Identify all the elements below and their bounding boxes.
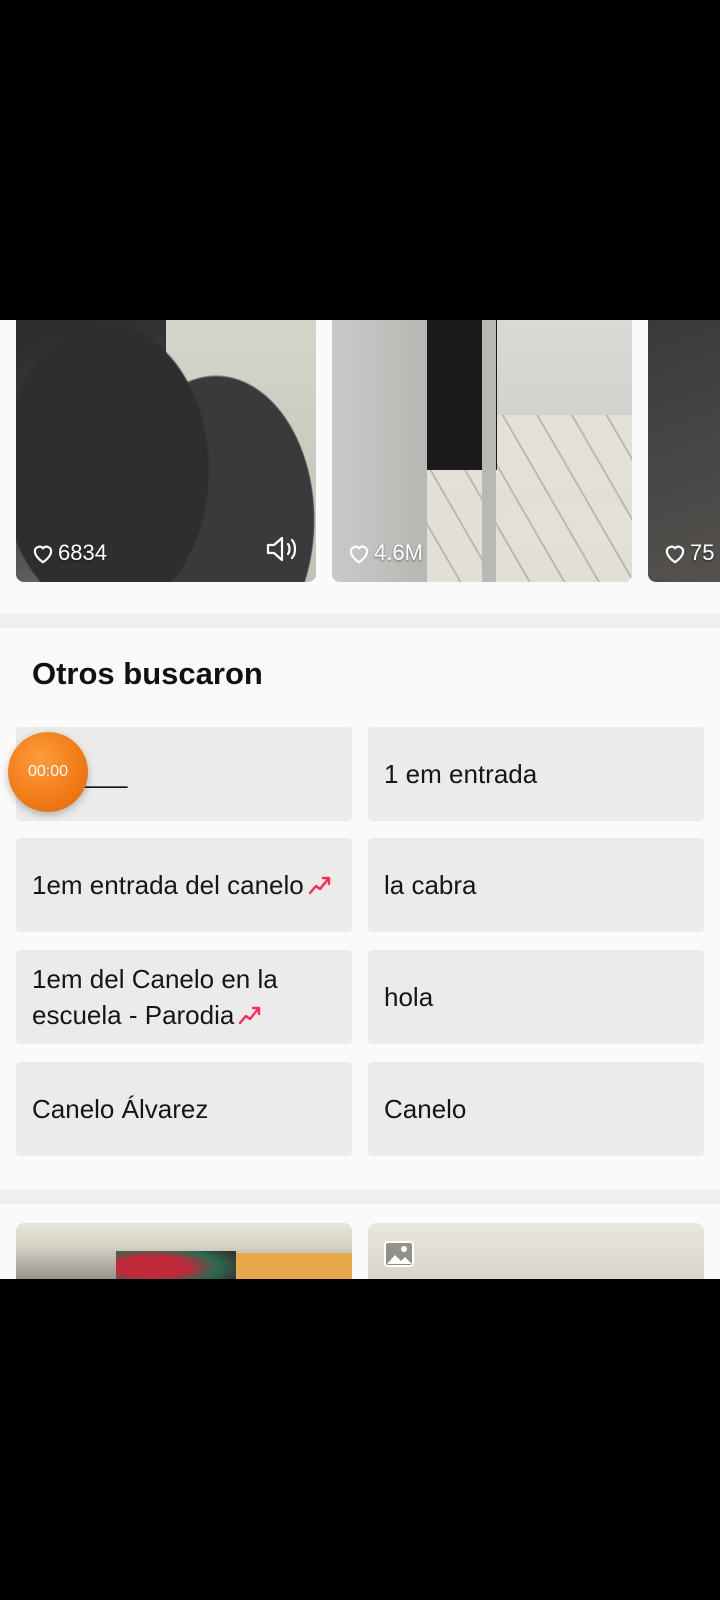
video-carousel[interactable]: 6834 4.6M 75	[0, 320, 720, 582]
video-card[interactable]: 6834	[16, 320, 316, 582]
timer-overlay-button[interactable]: 00:00	[8, 732, 88, 812]
thumbnail-content	[116, 1251, 236, 1279]
related-search-chip[interactable]: 1em del Canelo en la escuela - Parodia	[16, 950, 352, 1044]
related-search-chip[interactable]: hola	[368, 950, 704, 1044]
chip-label: la cabra	[384, 870, 477, 900]
chip-label: Canelo Álvarez	[32, 1094, 209, 1124]
related-search-chip[interactable]: Canelo	[368, 1062, 704, 1156]
like-count-value: 4.6M	[374, 540, 423, 565]
chip-label: hola	[384, 982, 434, 1012]
thumbnail-content	[236, 1253, 352, 1279]
chip-label: 1em entrada del canelo	[32, 870, 304, 900]
section-divider	[0, 614, 720, 628]
heart-icon	[665, 545, 685, 564]
chip-label: 1 em entrada	[384, 759, 538, 789]
photo-icon	[384, 1241, 414, 1267]
related-search-chip[interactable]: 1em entrada del canelo	[16, 838, 352, 932]
search-results-panel: 6834 4.6M 75 Otros buscaron 00:00 ___ 1 …	[0, 320, 720, 1279]
result-thumbnail[interactable]	[368, 1223, 704, 1279]
like-count-value: 6834	[58, 540, 107, 565]
video-card[interactable]: 75	[648, 320, 720, 582]
result-thumbnail[interactable]	[16, 1223, 352, 1279]
video-card[interactable]: 4.6M	[332, 320, 632, 582]
related-search-chip[interactable]: 1 em entrada	[368, 727, 704, 821]
related-search-chip[interactable]: Canelo Álvarez	[16, 1062, 352, 1156]
like-count: 75	[662, 540, 714, 566]
sound-icon[interactable]	[264, 534, 302, 564]
trending-icon	[308, 876, 330, 895]
like-count: 4.6M	[346, 540, 423, 566]
like-count-value: 75	[690, 540, 715, 565]
heart-icon	[349, 545, 369, 564]
trending-icon	[239, 1006, 261, 1025]
heart-icon	[33, 545, 53, 564]
section-divider	[0, 1190, 720, 1204]
video-thumbnail-post	[482, 320, 496, 582]
like-count: 6834	[30, 540, 107, 566]
related-search-chip[interactable]: la cabra	[368, 838, 704, 932]
section-title: Otros buscaron	[32, 656, 263, 691]
chip-label: Canelo	[384, 1094, 467, 1124]
